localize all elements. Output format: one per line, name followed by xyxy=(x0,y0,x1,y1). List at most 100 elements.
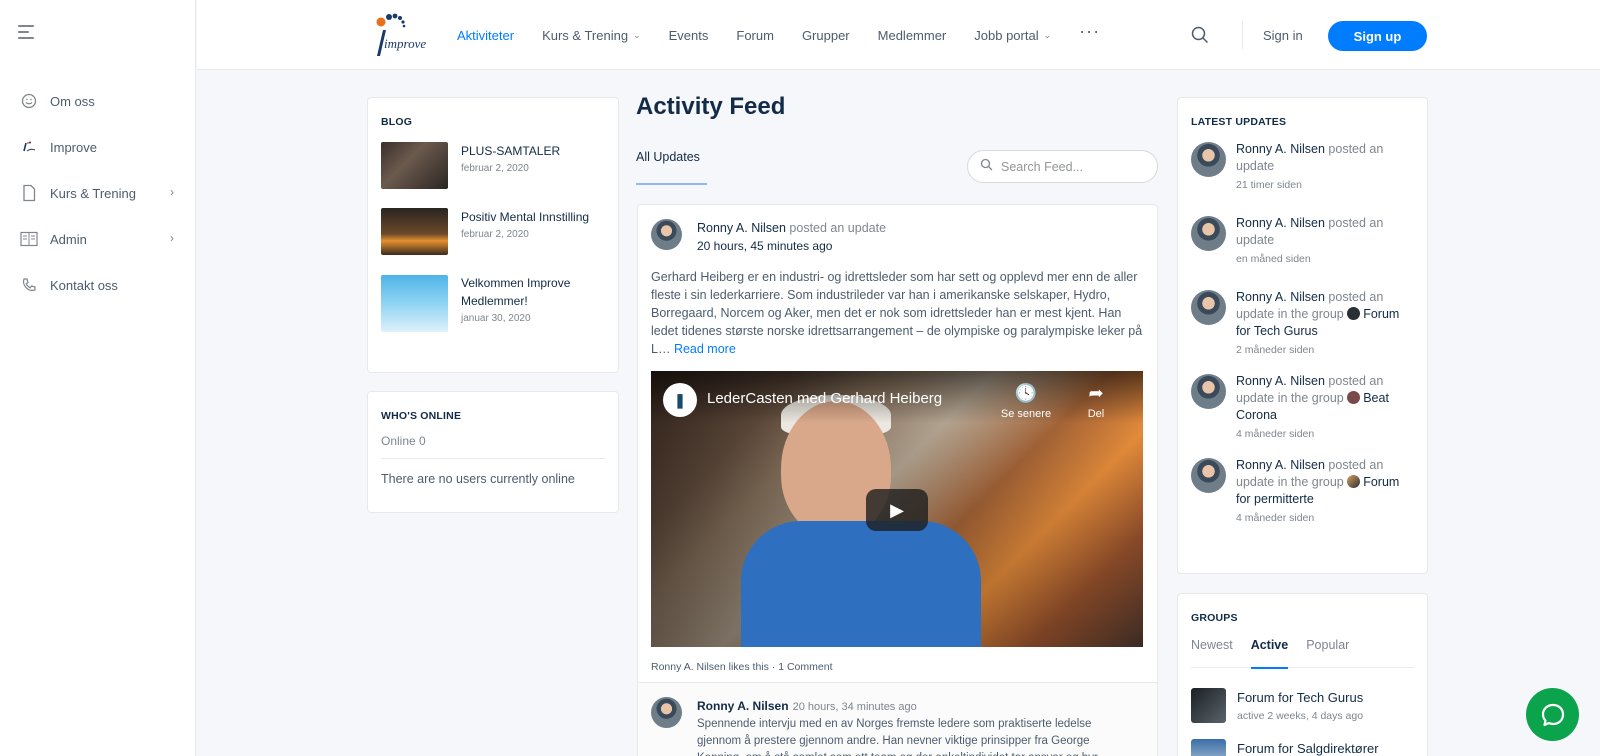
nav-events[interactable]: Events xyxy=(669,28,709,43)
avatar[interactable] xyxy=(1191,458,1226,493)
sidebar-item-label: Kurs & Trening xyxy=(50,185,136,201)
nav-label: Kurs & Trening xyxy=(542,27,629,43)
post-author[interactable]: Ronny A. Nilsen xyxy=(697,221,786,235)
group-thumbnail[interactable] xyxy=(1191,688,1226,723)
online-count: Online 0 xyxy=(381,434,605,459)
avatar[interactable] xyxy=(651,219,682,250)
comment-author[interactable]: Ronny A. Nilsen xyxy=(697,699,789,713)
tab-popular[interactable]: Popular xyxy=(1306,638,1349,668)
group-avatar-icon xyxy=(1347,475,1361,488)
avatar[interactable] xyxy=(1191,290,1226,325)
blog-post-title[interactable]: Velkommen Improve Medlemmer! xyxy=(461,274,601,310)
play-icon[interactable]: ▶ xyxy=(866,489,928,531)
blog-post-date: januar 30, 2020 xyxy=(461,313,531,324)
blog-post: Positiv Mental Innstilling februar 2, 20… xyxy=(381,208,605,260)
post-header: Ronny A. Nilsen posted an update xyxy=(697,221,886,235)
share-button[interactable]: ➦ Del xyxy=(1066,383,1126,420)
read-more-link[interactable]: Read more xyxy=(674,342,736,356)
update-time: 21 timer siden xyxy=(1236,179,1302,191)
channel-logo-icon[interactable]: ❚ xyxy=(663,383,697,417)
list-item: Ronny A. Nilsen posted an update 21 time… xyxy=(1191,141,1414,198)
online-empty-message: There are no users currently online xyxy=(381,472,575,486)
avatar[interactable] xyxy=(651,697,682,728)
sign-in-link[interactable]: Sign in xyxy=(1263,28,1303,43)
nav-forum[interactable]: Forum xyxy=(736,28,774,43)
sidebar-item-kurs-trening[interactable]: Kurs & Trening › xyxy=(0,170,196,216)
avatar[interactable] xyxy=(1191,374,1226,409)
tab-newest[interactable]: Newest xyxy=(1191,638,1233,668)
blog-thumbnail[interactable] xyxy=(381,208,448,255)
more-icon[interactable]: ··· xyxy=(1079,21,1100,42)
update-author[interactable]: Ronny A. Nilsen xyxy=(1236,374,1325,388)
nav-aktiviteter[interactable]: Aktiviteter xyxy=(457,28,514,43)
clock-icon: 🕓 xyxy=(1014,383,1038,403)
nav-label: Forum xyxy=(736,27,774,43)
blog-thumbnail[interactable] xyxy=(381,275,448,332)
nav-medlemmer[interactable]: Medlemmer xyxy=(878,28,947,43)
menu-toggle-icon[interactable] xyxy=(18,25,40,45)
update-time: 4 måneder siden xyxy=(1236,512,1315,524)
list-item: Ronny A. Nilsen posted an update in the … xyxy=(1191,457,1414,524)
nav-label: Medlemmer xyxy=(877,27,947,43)
list-item: Forum for Tech Gurus active 2 weeks, 4 d… xyxy=(1191,688,1414,723)
search-icon xyxy=(980,158,993,176)
list-item: Ronny A. Nilsen posted an update en måne… xyxy=(1191,215,1414,272)
list-icon xyxy=(20,230,38,248)
comment-time: 20 hours, 34 minutes ago xyxy=(792,701,917,713)
video-embed[interactable]: ❚ LederCasten med Gerhard Heiberg 🕓 Se se… xyxy=(651,371,1143,647)
groups-tabs: Newest Active Popular xyxy=(1191,638,1414,669)
sidebar-item-label: Kontakt oss xyxy=(50,277,118,293)
improve-logo-icon xyxy=(20,138,38,156)
nav-label: Events xyxy=(668,27,709,43)
left-sidebar: Om oss Improve Kurs & Trening › Admin › xyxy=(0,0,196,756)
nav-jobb-portal[interactable]: Jobb portal ⌄ xyxy=(974,28,1051,43)
site-logo[interactable]: improve xyxy=(367,10,433,60)
nav-kurs-trening[interactable]: Kurs & Trening ⌄ xyxy=(542,28,641,43)
blog-post-date: februar 2, 2020 xyxy=(461,163,529,174)
sidebar-item-admin[interactable]: Admin › xyxy=(0,216,196,262)
video-title[interactable]: LederCasten med Gerhard Heiberg xyxy=(707,390,942,407)
nav-label: Jobb portal xyxy=(974,27,1039,43)
blog-post-title[interactable]: PLUS-SAMTALER xyxy=(461,142,560,160)
nav-grupper[interactable]: Grupper xyxy=(802,28,850,43)
video-frame-shirt xyxy=(741,521,981,647)
sign-up-button[interactable]: Sign up xyxy=(1328,21,1427,51)
update-time: 4 måneder siden xyxy=(1236,428,1315,440)
blog-post-title[interactable]: Positiv Mental Innstilling xyxy=(461,208,589,226)
group-name[interactable]: Forum for Tech Gurus xyxy=(1237,690,1363,705)
blog-post-date: februar 2, 2020 xyxy=(461,229,529,240)
list-item: Ronny A. Nilsen posted an update in the … xyxy=(1191,289,1414,356)
avatar[interactable] xyxy=(1191,142,1226,177)
tab-all-updates[interactable]: All Updates xyxy=(636,150,700,164)
feed-search xyxy=(967,150,1158,183)
blog-thumbnail[interactable] xyxy=(381,142,448,189)
chat-icon[interactable] xyxy=(1526,688,1579,741)
comment: Ronny A. Nilsen 20 hours, 34 minutes ago … xyxy=(638,683,1157,756)
post-action: posted an update xyxy=(789,221,887,235)
group-thumbnail[interactable] xyxy=(1191,739,1226,756)
comment-header: Ronny A. Nilsen 20 hours, 34 minutes ago xyxy=(697,699,917,713)
group-name[interactable]: Forum for Salgdirektører xyxy=(1237,741,1379,756)
update-author[interactable]: Ronny A. Nilsen xyxy=(1236,290,1325,304)
update-author[interactable]: Ronny A. Nilsen xyxy=(1236,216,1325,230)
post-meta[interactable]: Ronny A. Nilsen likes this · 1 Comment xyxy=(651,661,832,673)
update-author[interactable]: Ronny A. Nilsen xyxy=(1236,142,1325,156)
header-divider xyxy=(1242,21,1243,49)
latest-updates-widget: LATEST UPDATES Ronny A. Nilsen posted an… xyxy=(1177,97,1428,574)
top-header: improve Aktiviteter Kurs & Trening ⌄ Even… xyxy=(197,0,1600,70)
search-icon[interactable] xyxy=(1190,25,1210,45)
update-time: 2 måneder siden xyxy=(1236,344,1315,356)
sidebar-item-kontakt-oss[interactable]: Kontakt oss xyxy=(0,262,196,308)
post-body: Gerhard Heiberg er en industri- og idret… xyxy=(651,268,1146,358)
post-time[interactable]: 20 hours, 45 minutes ago xyxy=(697,239,832,253)
avatar[interactable] xyxy=(1191,216,1226,251)
watch-later-button[interactable]: 🕓 Se senere xyxy=(996,383,1056,420)
chevron-right-icon: › xyxy=(170,231,174,245)
sidebar-item-om-oss[interactable]: Om oss xyxy=(0,78,196,124)
sidebar-item-improve[interactable]: Improve xyxy=(0,124,196,170)
sidebar-item-label: Admin xyxy=(50,231,87,247)
whos-online-title: WHO'S ONLINE xyxy=(381,410,462,422)
update-author[interactable]: Ronny A. Nilsen xyxy=(1236,458,1325,472)
tab-active[interactable]: Active xyxy=(1250,638,1288,669)
search-feed-input[interactable] xyxy=(1001,159,1141,174)
